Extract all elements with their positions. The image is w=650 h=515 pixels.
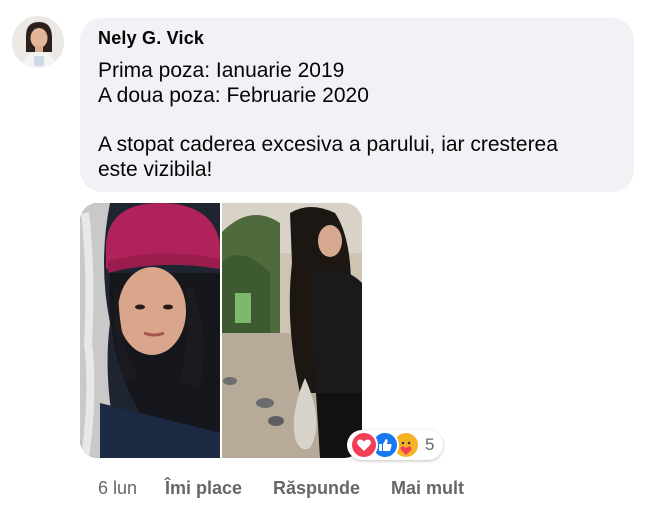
comment-text-line: A stopat caderea excesiva a parului, iar…: [98, 133, 558, 156]
comment-author[interactable]: Nely G. Vick: [98, 28, 204, 49]
comment-photo[interactable]: [80, 203, 362, 458]
like-button[interactable]: Îmi place: [165, 478, 242, 499]
photo-left-half: [80, 203, 221, 458]
comment-bubble: Nely G. Vick Prima poza: Ianuarie 2019 A…: [80, 18, 634, 192]
comment-text-line: este vizibila!: [98, 158, 213, 181]
reply-button[interactable]: Răspunde: [273, 478, 360, 499]
more-button[interactable]: Mai mult: [391, 478, 464, 499]
comment-timestamp[interactable]: 6 lun: [98, 478, 137, 499]
comment-text-line: A doua poza: Februarie 2020: [98, 84, 369, 107]
reaction-summary[interactable]: 5: [347, 430, 443, 460]
comment-text-line: Prima poza: Ianuarie 2019: [98, 59, 345, 82]
reaction-count: 5: [425, 435, 435, 454]
love-icon: [350, 431, 378, 459]
photo-right-half: [221, 203, 362, 458]
avatar[interactable]: [12, 16, 64, 68]
